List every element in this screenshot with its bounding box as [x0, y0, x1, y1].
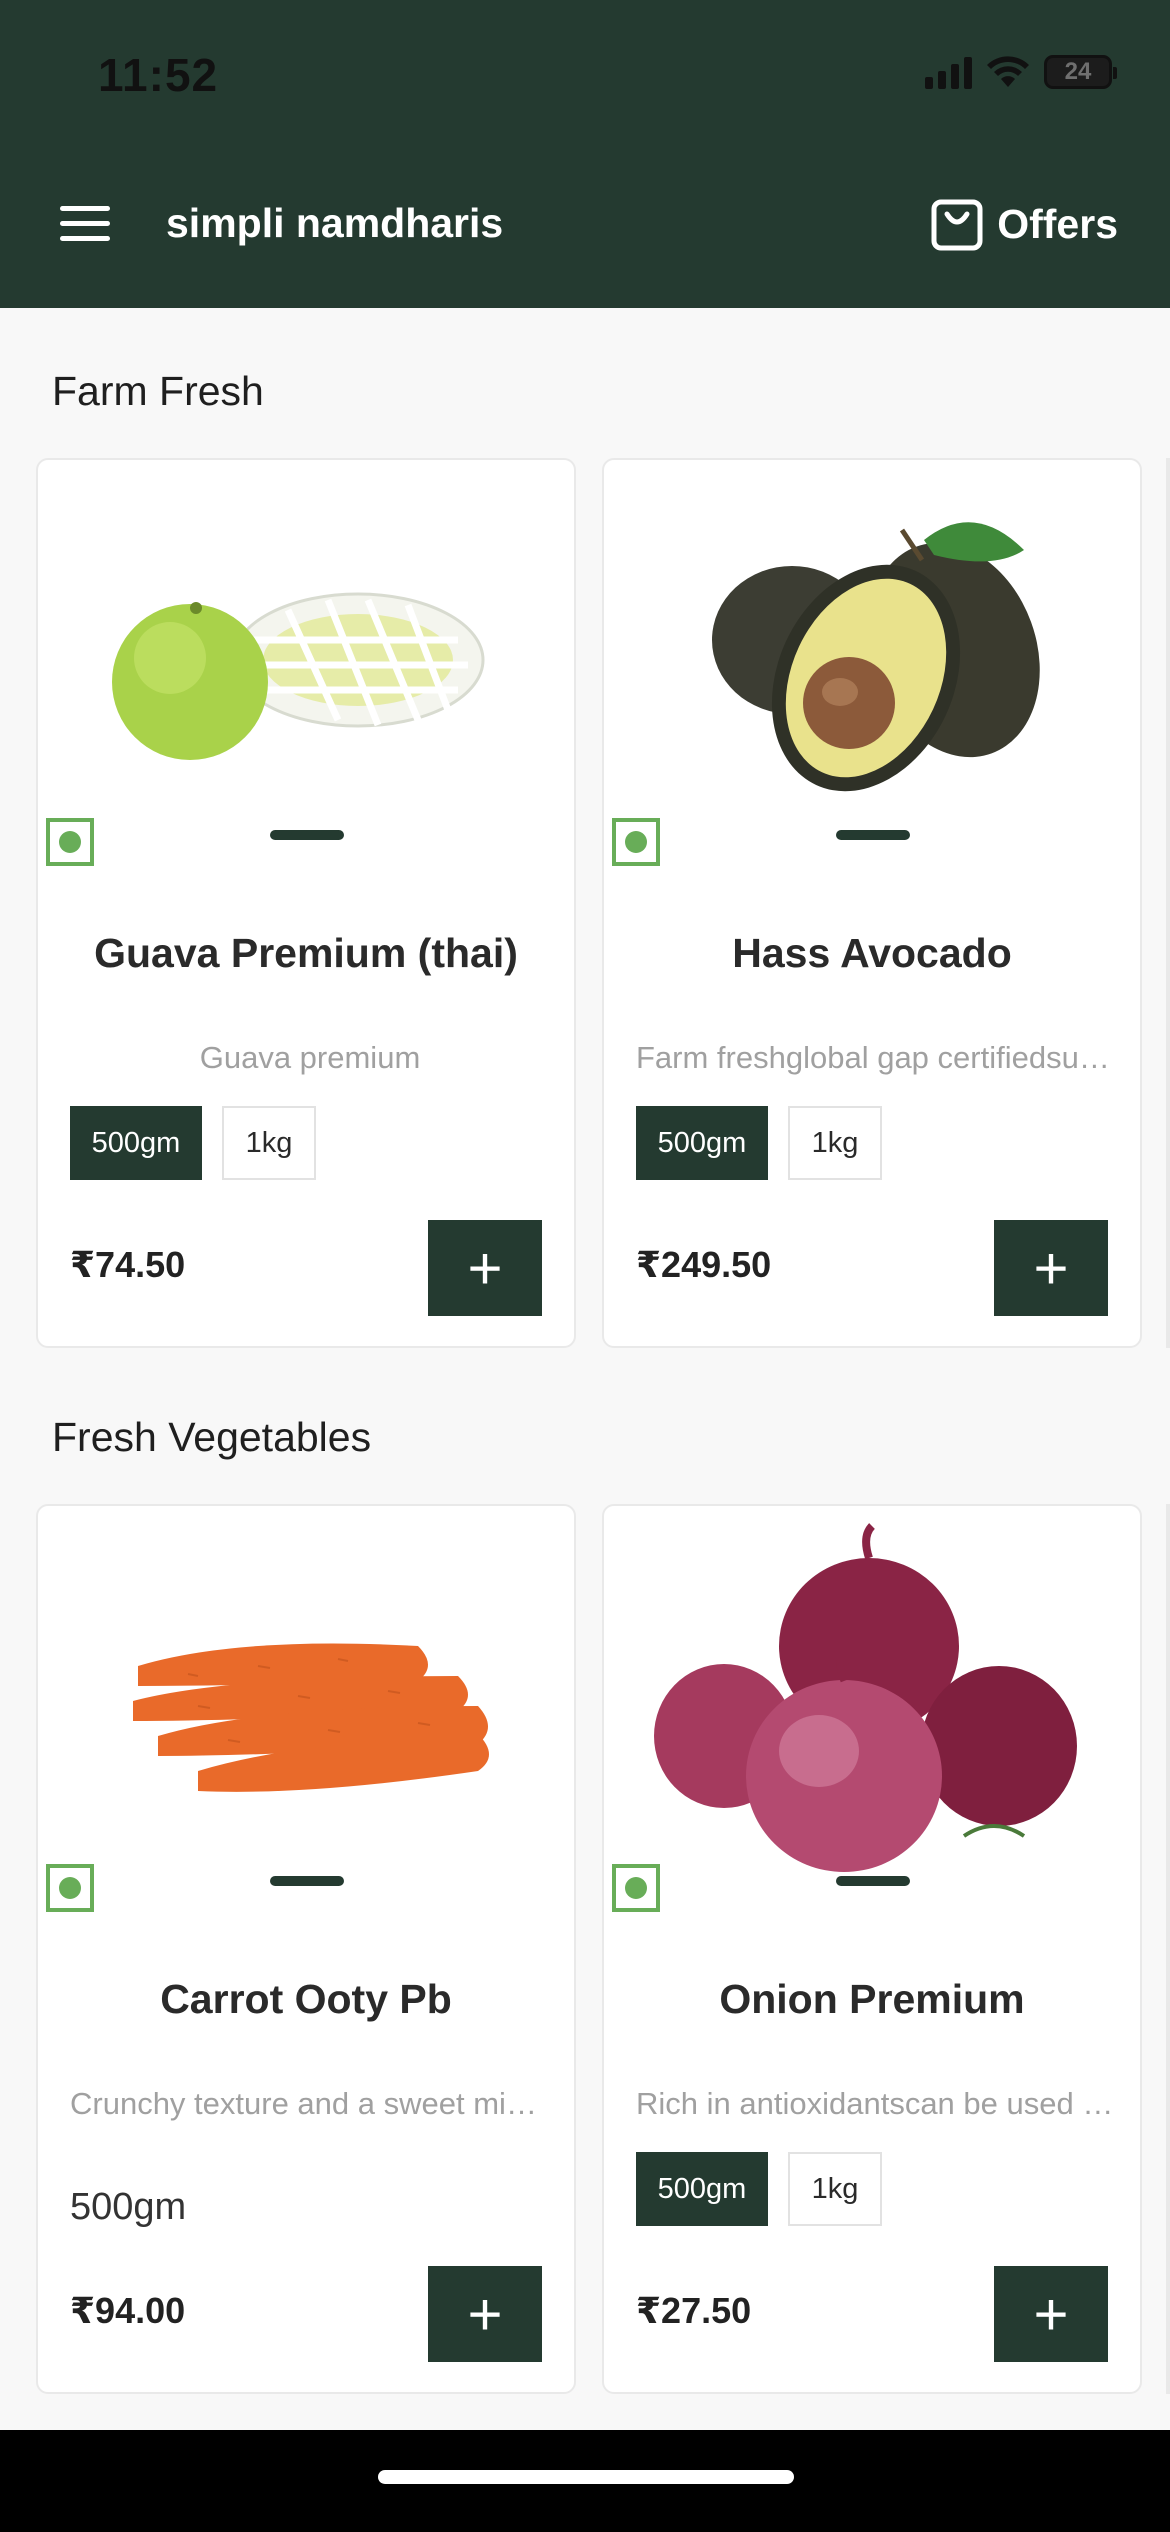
battery-icon: 24: [1044, 55, 1117, 89]
product-price: ₹74.50: [70, 1244, 186, 1285]
veg-indicator-icon: [46, 1864, 94, 1912]
product-description: Rich in antioxidantscan be used in ...: [636, 2086, 1116, 2121]
status-time: 11:52: [98, 49, 219, 101]
product-card-onion[interactable]: Onion Premium Rich in antioxidantscan be…: [602, 1504, 1142, 2394]
product-name[interactable]: Carrot Ooty Pb: [38, 1976, 574, 2023]
size-options: 500gm 1kg: [636, 1106, 882, 1180]
veg-indicator-icon: [612, 1864, 660, 1912]
size-option-1kg[interactable]: 1kg: [788, 2152, 882, 2226]
product-card-carrot[interactable]: Carrot Ooty Pb Crunchy texture and a swe…: [36, 1504, 576, 2394]
product-description: Guava premium: [199, 1040, 421, 1075]
image-carousel-indicator[interactable]: [270, 830, 344, 840]
next-card-edge: [1166, 1504, 1170, 2394]
product-card-guava[interactable]: Guava Premium (thai) Guava premium 500gm…: [36, 458, 576, 1348]
size-options: 500gm 1kg: [636, 2152, 882, 2226]
size-option-1kg[interactable]: 1kg: [788, 1106, 882, 1180]
product-description: Crunchy texture and a sweet mint...: [70, 2086, 550, 2121]
app-title: simpli namdharis: [166, 200, 504, 246]
product-name[interactable]: Onion Premium: [604, 1976, 1140, 2023]
product-image-onion: [654, 1523, 1077, 1872]
size-options: 500gm 1kg: [70, 1106, 316, 1180]
add-to-cart-button[interactable]: +: [994, 2266, 1108, 2362]
section-title-fresh-vegetables: Fresh Vegetables: [52, 1414, 372, 1460]
shopping-bag-icon: [931, 199, 983, 251]
product-name[interactable]: Guava Premium (thai): [38, 930, 574, 977]
size-option-500gm[interactable]: 500gm: [636, 1106, 768, 1180]
size-option-500gm[interactable]: 500gm: [636, 2152, 768, 2226]
add-to-cart-button[interactable]: +: [428, 1220, 542, 1316]
product-description: Farm freshglobal gap certifiedsup...: [636, 1040, 1116, 1075]
app-header: 11:52 24 simpli namdharis Offers: [0, 0, 1170, 308]
size-option-500gm[interactable]: 500gm: [70, 1106, 202, 1180]
add-to-cart-button[interactable]: +: [994, 1220, 1108, 1316]
product-price: ₹94.00: [70, 2290, 186, 2331]
product-name[interactable]: Hass Avocado: [604, 930, 1140, 977]
product-image-carrot: [133, 1643, 489, 1792]
product-price: ₹27.50: [636, 2290, 752, 2331]
product-price: ₹249.50: [636, 1244, 772, 1285]
veg-indicator-icon: [46, 818, 94, 866]
image-carousel-indicator[interactable]: [836, 830, 910, 840]
add-to-cart-button[interactable]: +: [428, 2266, 542, 2362]
product-size: 500gm: [70, 2186, 187, 2228]
size-option-1kg[interactable]: 1kg: [222, 1106, 316, 1180]
image-carousel-indicator[interactable]: [270, 1876, 344, 1886]
product-image-avocado: [712, 522, 1040, 792]
next-card-edge: [1166, 458, 1170, 1348]
signal-icon: [925, 55, 972, 89]
product-image-guava: [112, 592, 485, 760]
section-title-farm-fresh: Farm Fresh: [52, 368, 264, 414]
status-icons: 24: [925, 52, 1117, 92]
hamburger-icon[interactable]: [60, 206, 110, 242]
offers-label: Offers: [997, 200, 1118, 247]
offers-button[interactable]: Offers: [929, 196, 1118, 252]
image-carousel-indicator[interactable]: [836, 1876, 910, 1886]
battery-level: 24: [1064, 58, 1092, 85]
home-indicator[interactable]: [378, 2470, 794, 2484]
product-card-avocado[interactable]: Hass Avocado Farm freshglobal gap certif…: [602, 458, 1142, 1348]
wifi-icon: [987, 56, 1029, 87]
veg-indicator-icon: [612, 818, 660, 866]
